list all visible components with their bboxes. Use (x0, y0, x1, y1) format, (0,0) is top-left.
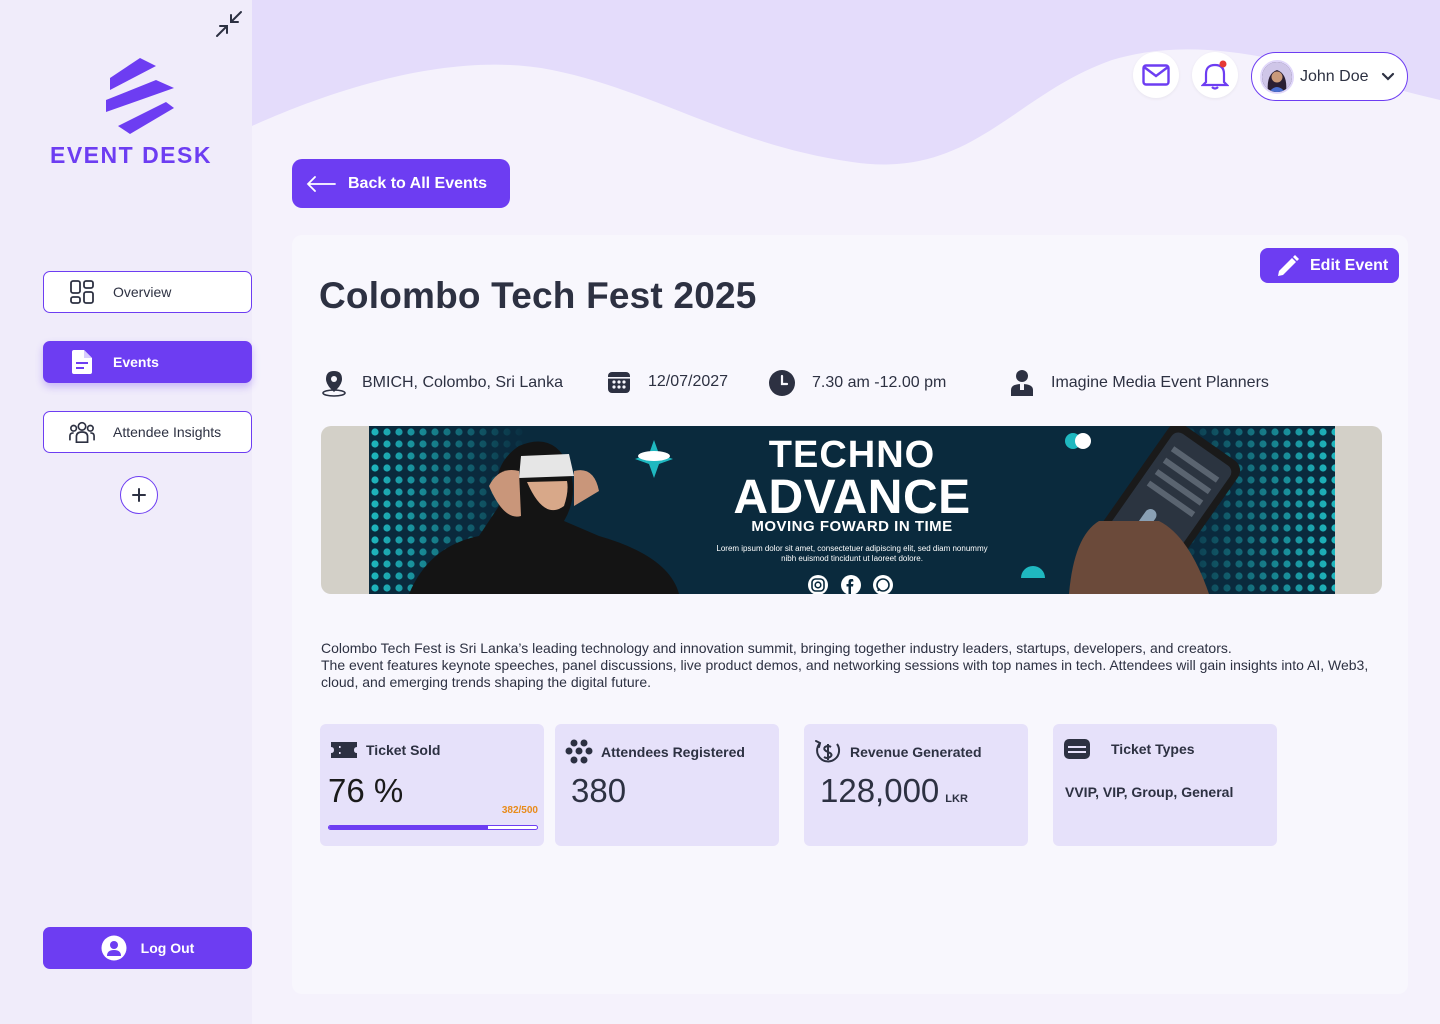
event-description: Colombo Tech Fest is Sri Lanka’s leading… (321, 640, 1401, 691)
person-icon (1011, 370, 1033, 396)
back-button-label: Back to All Events (348, 174, 488, 192)
plus-icon (132, 488, 146, 502)
tickets-sold-card: Ticket Sold 76 % 382/500 (320, 724, 544, 846)
revenue-value: 128,000 LKR (820, 772, 968, 810)
revenue-amount: 128,000 (820, 772, 940, 809)
tickets-progress-bar (328, 825, 538, 830)
instagram-icon (808, 575, 828, 594)
edit-event-button[interactable]: Edit Event (1260, 248, 1399, 283)
clock-icon (769, 370, 795, 396)
logo-mark-icon (106, 58, 174, 134)
sidebar-item-label: Events (113, 354, 159, 370)
event-time: 7.30 am -12.00 pm (768, 369, 946, 397)
sidebar: EVENT DESK Overview Events Attendee Insi… (0, 0, 252, 1024)
ticket-icon (331, 742, 357, 758)
event-desk-logo: EVENT DESK (50, 56, 230, 168)
logout-button[interactable]: Log Out (43, 927, 252, 969)
revenue-label: Revenue Generated (850, 744, 982, 760)
revenue-dollar-icon (815, 740, 841, 763)
date-text: 12/07/2027 (648, 373, 729, 390)
paw-group-icon (565, 739, 593, 764)
banner-subtitle: MOVING FOWARD IN TIME (751, 518, 953, 535)
arrow-left-icon (306, 175, 336, 192)
user-menu[interactable]: John Doe (1251, 52, 1408, 101)
whatsapp-icon (873, 575, 893, 594)
user-circle-icon (101, 935, 127, 961)
banner-lorem: Lorem ipsum dolor sit amet, consectetuer… (716, 544, 988, 563)
dashboard-icon (69, 279, 95, 305)
mail-icon (1142, 64, 1170, 86)
tickets-sold-value: 76 % (328, 772, 404, 809)
revenue-unit: LKR (945, 793, 968, 805)
event-date: 12/07/2027 (606, 369, 728, 395)
event-detail-card: Edit Event Colombo Tech Fest 2025 BMICH,… (292, 235, 1408, 994)
edit-event-label: Edit Event (1310, 256, 1389, 274)
attendees-value: 380 (571, 772, 627, 809)
ticket-types-value: VVIP, VIP, Group, General (1065, 784, 1234, 800)
add-button[interactable] (120, 476, 158, 514)
sidebar-item-label: Overview (113, 284, 172, 300)
tickets-progress-text: 382/500 (501, 805, 538, 816)
chevron-down-icon (1381, 72, 1394, 81)
logout-label: Log Out (140, 940, 195, 956)
pencil-icon (1278, 254, 1299, 276)
collapse-sidebar-button[interactable] (214, 9, 244, 39)
location-text: BMICH, Colombo, Sri Lanka (362, 374, 563, 391)
back-to-events-button[interactable]: Back to All Events (292, 159, 510, 208)
tickets-progress-fill (329, 826, 488, 829)
revenue-generated-card: Revenue Generated 128,000 LKR (804, 724, 1028, 846)
description-line-1: Colombo Tech Fest is Sri Lanka’s leading… (321, 640, 1232, 656)
description-line-2: The event features keynote speeches, pan… (321, 657, 1369, 690)
ticket-card-icon (1064, 739, 1090, 759)
sidebar-item-overview[interactable]: Overview (43, 271, 252, 313)
avatar (1260, 59, 1294, 94)
facebook-icon (841, 575, 861, 594)
ticket-types-label: Ticket Types (1111, 741, 1195, 757)
banner-image: TECHNO ADVANCE MOVING FOWARD IN TIME Lor… (369, 426, 1335, 594)
people-group-icon (69, 419, 95, 445)
sidebar-item-events[interactable]: Events (43, 341, 252, 383)
attendees-registered-card: Attendees Registered 380 (555, 724, 779, 846)
bell-icon (1201, 60, 1229, 90)
notifications-button[interactable] (1192, 52, 1238, 98)
sidebar-item-attendee-insights[interactable]: Attendee Insights (43, 411, 252, 453)
document-icon (69, 349, 95, 375)
collapse-icon (216, 11, 242, 37)
event-title: Colombo Tech Fest 2025 (319, 275, 757, 316)
event-banner: TECHNO ADVANCE MOVING FOWARD IN TIME Lor… (321, 426, 1382, 594)
organizer-text: Imagine Media Event Planners (1051, 374, 1269, 391)
event-location: BMICH, Colombo, Sri Lanka (320, 369, 563, 397)
time-text: 7.30 am -12.00 pm (812, 374, 947, 391)
tickets-sold-label: Ticket Sold (366, 742, 441, 758)
ticket-types-card: Ticket Types VVIP, VIP, Group, General (1053, 724, 1277, 846)
calendar-icon (608, 372, 630, 393)
logo-text: EVENT DESK (50, 142, 212, 168)
messages-button[interactable] (1133, 52, 1179, 98)
location-pin-icon (322, 371, 346, 397)
event-organizer: Imagine Media Event Planners (1009, 369, 1269, 397)
attendees-label: Attendees Registered (601, 744, 745, 760)
banner-title-line2: ADVANCE (733, 471, 971, 524)
sidebar-item-label: Attendee Insights (113, 424, 222, 440)
user-name: John Doe (1300, 67, 1369, 85)
